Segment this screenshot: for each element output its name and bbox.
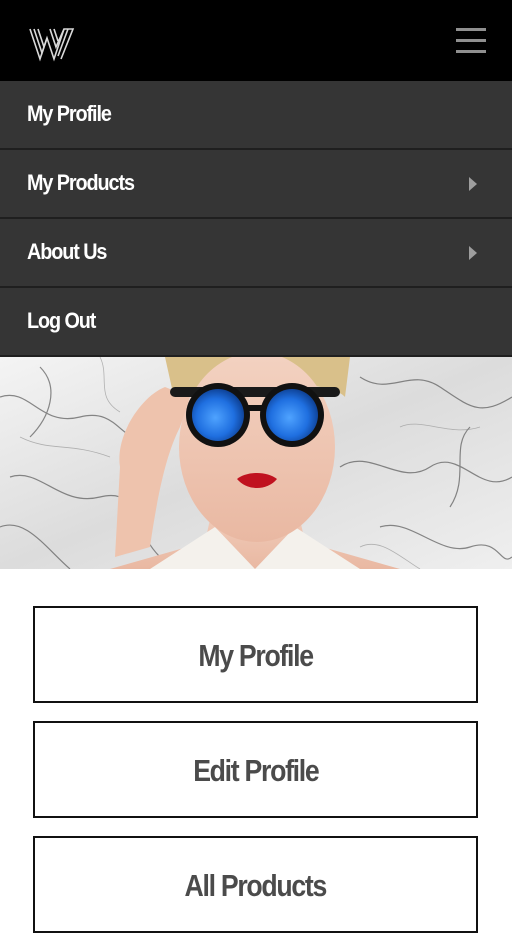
edit-profile-button[interactable]: Edit Profile: [33, 721, 478, 818]
all-products-button[interactable]: All Products: [33, 836, 478, 933]
my-profile-button-label: My Profile: [198, 638, 314, 673]
chevron-right-icon: [469, 177, 477, 191]
brand-logo-icon[interactable]: [29, 26, 75, 62]
hamburger-menu-icon[interactable]: [456, 26, 488, 54]
menu-item-label: My Profile: [27, 101, 112, 126]
all-products-button-label: All Products: [184, 868, 328, 903]
hero-illustration: [0, 357, 512, 569]
menu-item-label: My Products: [27, 170, 135, 195]
menu-item-label: Log Out: [27, 308, 96, 333]
menu-item-my-products[interactable]: My Products: [0, 150, 512, 219]
nav-menu: My Profile My Products About Us Log Out: [0, 81, 512, 357]
menu-item-log-out[interactable]: Log Out: [0, 288, 512, 357]
my-profile-button[interactable]: My Profile: [33, 606, 478, 703]
edit-profile-button-label: Edit Profile: [192, 753, 320, 788]
chevron-right-icon: [469, 246, 477, 260]
top-bar: [0, 0, 512, 81]
menu-item-label: About Us: [27, 239, 107, 264]
menu-item-my-profile[interactable]: My Profile: [0, 81, 512, 150]
menu-item-about-us[interactable]: About Us: [0, 219, 512, 288]
hero-image: [0, 357, 512, 569]
